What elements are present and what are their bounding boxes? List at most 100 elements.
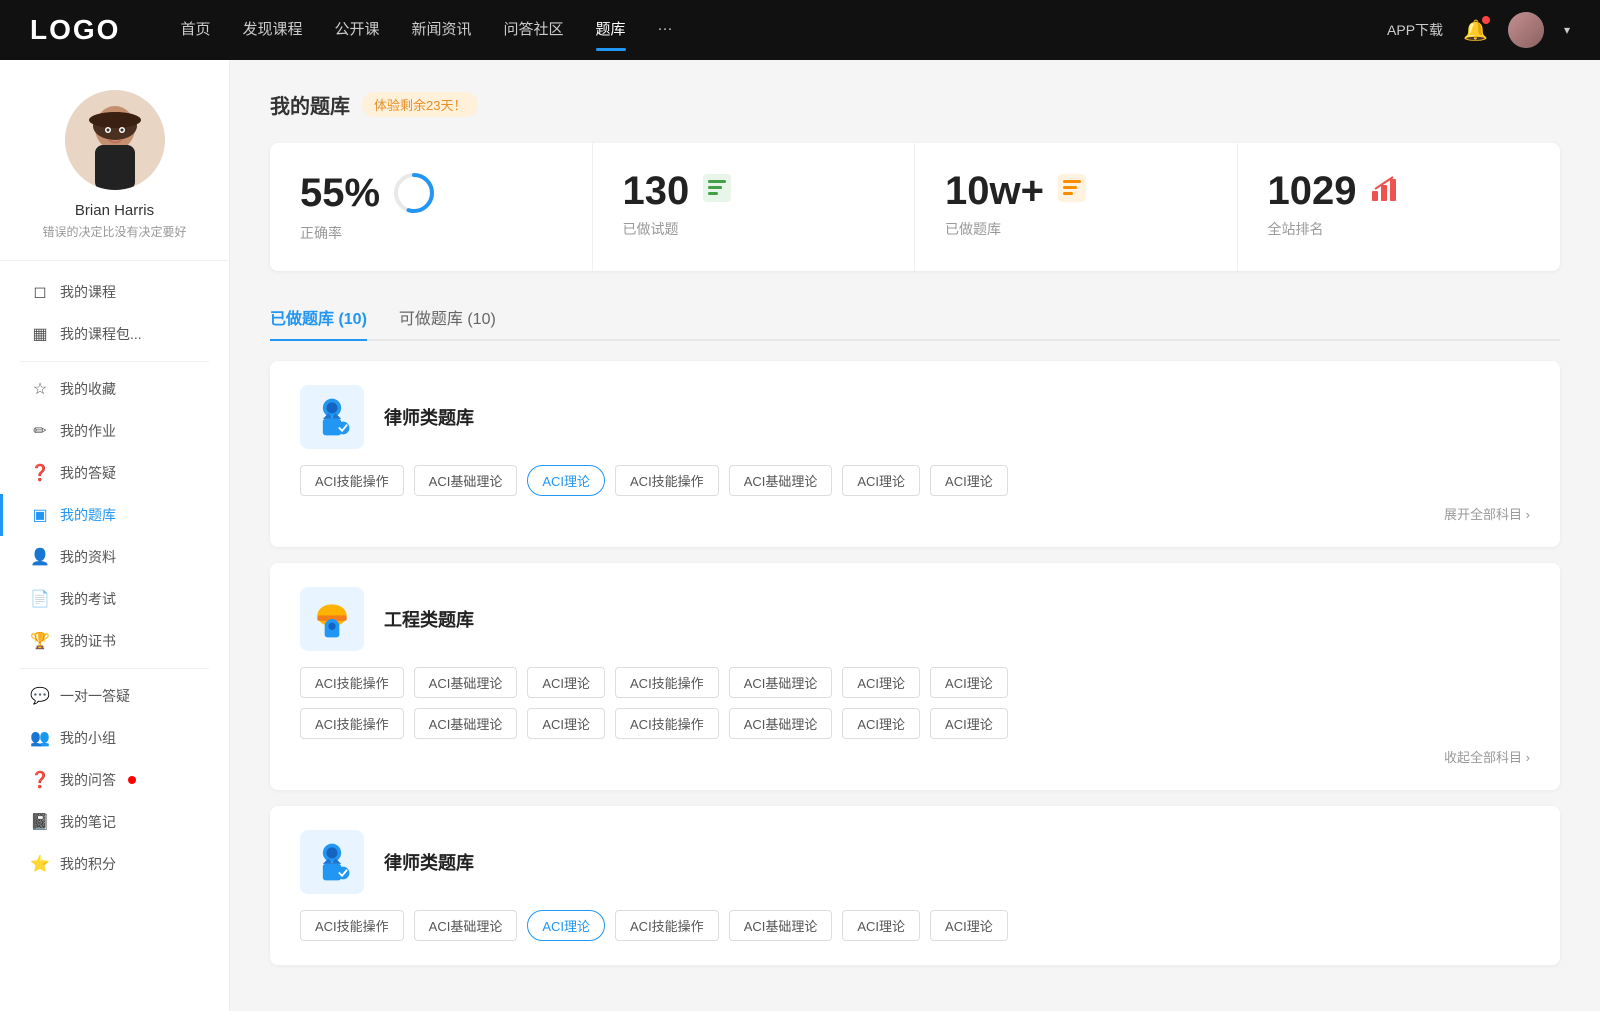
app-download-button[interactable]: APP下载	[1387, 20, 1443, 40]
bank-2-tag-11[interactable]: ACI基础理论	[729, 708, 833, 739]
bank-1-tag-1[interactable]: ACI基础理论	[414, 465, 518, 496]
stat-done-questions: 130 已做试题	[593, 143, 916, 271]
courses-icon: ◻	[30, 282, 50, 302]
user-name: Brian Harris	[75, 202, 154, 219]
sidebar-item-one-to-one[interactable]: 💬 一对一答疑	[0, 675, 229, 717]
user-dropdown-arrow[interactable]: ▾	[1564, 23, 1570, 37]
bank-2-tag-3[interactable]: ACI技能操作	[615, 667, 719, 698]
done-questions-icon	[701, 172, 733, 211]
one-to-one-icon: 💬	[30, 686, 50, 706]
stat-accuracy: 55% 正确率	[270, 143, 593, 271]
sidebar-label-my-questions: 我的答疑	[60, 463, 116, 483]
sidebar-label-one-to-one: 一对一答疑	[60, 686, 130, 706]
nav-news[interactable]: 新闻资讯	[412, 18, 472, 43]
sidebar-item-my-favorites[interactable]: ☆ 我的收藏	[0, 368, 229, 410]
bank-1-tag-3[interactable]: ACI技能操作	[615, 465, 719, 496]
bank-2-tag-8[interactable]: ACI基础理论	[414, 708, 518, 739]
bank-2-tag-7[interactable]: ACI技能操作	[300, 708, 404, 739]
bank-3-name: 律师类题库	[384, 849, 474, 875]
stat-ranking: 1029 全站排名	[1238, 143, 1561, 271]
bank-2-tag-4[interactable]: ACI基础理论	[729, 667, 833, 698]
bank-3-tag-5[interactable]: ACI理论	[842, 910, 920, 941]
bank-2-tag-2[interactable]: ACI理论	[527, 667, 605, 698]
sidebar-label-my-info: 我的资料	[60, 547, 116, 567]
bank-3-tag-0[interactable]: ACI技能操作	[300, 910, 404, 941]
favorites-icon: ☆	[30, 379, 50, 399]
bank-2-tag-12[interactable]: ACI理论	[842, 708, 920, 739]
sidebar-label-my-bank: 我的题库	[60, 505, 116, 525]
nav-more[interactable]: ···	[658, 20, 673, 41]
bank-3-tag-6[interactable]: ACI理论	[930, 910, 1008, 941]
user-motto: 错误的决定比没有决定要好	[42, 223, 186, 240]
sidebar-item-my-courses[interactable]: ◻ 我的课程	[0, 271, 229, 313]
tab-done-banks[interactable]: 已做题库 (10)	[270, 295, 367, 339]
bank-3-tag-3[interactable]: ACI技能操作	[615, 910, 719, 941]
nav-right: APP下载 🔔 ▾	[1387, 12, 1570, 48]
notification-bell-icon[interactable]: 🔔	[1463, 18, 1488, 43]
sidebar-item-my-points[interactable]: ⭐ 我的积分	[0, 843, 229, 885]
avatar	[65, 90, 165, 190]
sidebar-item-my-notes[interactable]: 📓 我的笔记	[0, 801, 229, 843]
sidebar-item-my-bank[interactable]: ▣ 我的题库	[0, 494, 229, 536]
nav-home[interactable]: 首页	[180, 18, 210, 43]
bank-1-tag-2[interactable]: ACI理论	[527, 465, 605, 496]
bank-1-tag-4[interactable]: ACI基础理论	[729, 465, 833, 496]
bank-icon-engineer	[300, 587, 364, 651]
bank-2-tag-5[interactable]: ACI理论	[842, 667, 920, 698]
bank-1-tag-6[interactable]: ACI理论	[930, 465, 1008, 496]
bank-2-tag-9[interactable]: ACI理论	[527, 708, 605, 739]
bank-1-tags: ACI技能操作 ACI基础理论 ACI理论 ACI技能操作 ACI基础理论 AC…	[300, 465, 1530, 496]
bank-3-tag-2[interactable]: ACI理论	[527, 910, 605, 941]
bank-1-tag-0[interactable]: ACI技能操作	[300, 465, 404, 496]
notes-icon: 📓	[30, 812, 50, 832]
cert-icon: 🏆	[30, 631, 50, 651]
bank-2-tag-0[interactable]: ACI技能操作	[300, 667, 404, 698]
sidebar-item-my-questions[interactable]: ❓ 我的答疑	[0, 452, 229, 494]
sidebar-label-my-courses: 我的课程	[60, 282, 116, 302]
questions-icon: ❓	[30, 463, 50, 483]
sidebar-label-my-qa: 我的问答	[60, 770, 116, 790]
bank-3-tag-4[interactable]: ACI基础理论	[729, 910, 833, 941]
sidebar-item-my-packages[interactable]: ▦ 我的课程包...	[0, 313, 229, 355]
stats-row: 55% 正确率 130	[270, 143, 1560, 271]
sidebar-item-my-homework[interactable]: ✏ 我的作业	[0, 410, 229, 452]
accuracy-progress-icon	[392, 171, 436, 215]
nav-qa[interactable]: 问答社区	[504, 18, 564, 43]
nav-open-course[interactable]: 公开课	[334, 18, 379, 43]
nav-question-bank[interactable]: 题库	[596, 18, 626, 43]
sidebar: Brian Harris 错误的决定比没有决定要好 ◻ 我的课程 ▦ 我的课程包…	[0, 60, 230, 1011]
stat-done-banks: 10w+ 已做题库	[915, 143, 1238, 271]
bank-card-2: 工程类题库 ACI技能操作 ACI基础理论 ACI理论 ACI技能操作 ACI基…	[270, 563, 1560, 790]
sidebar-label-my-favorites: 我的收藏	[60, 379, 116, 399]
notification-dot	[1482, 16, 1490, 24]
qa-notification-dot	[128, 776, 136, 784]
stat-done-questions-value: 130	[623, 171, 690, 211]
sidebar-item-my-cert[interactable]: 🏆 我的证书	[0, 620, 229, 662]
bank-2-tag-1[interactable]: ACI基础理论	[414, 667, 518, 698]
sidebar-item-my-exam[interactable]: 📄 我的考试	[0, 578, 229, 620]
bank-2-collapse-link[interactable]: 收起全部科目 ›	[300, 747, 1530, 766]
sidebar-label-my-homework: 我的作业	[60, 421, 116, 441]
nav-discover[interactable]: 发现课程	[242, 18, 302, 43]
tabs-row: 已做题库 (10) 可做题库 (10)	[270, 295, 1560, 341]
sidebar-label-my-exam: 我的考试	[60, 589, 116, 609]
sidebar-label-my-notes: 我的笔记	[60, 812, 116, 832]
user-avatar-nav[interactable]	[1508, 12, 1544, 48]
bank-1-expand-link[interactable]: 展开全部科目 ›	[300, 504, 1530, 523]
sidebar-item-my-group[interactable]: 👥 我的小组	[0, 717, 229, 759]
page-title: 我的题库	[270, 90, 350, 119]
sidebar-item-my-qa[interactable]: ❓ 我的问答	[0, 759, 229, 801]
stat-done-questions-label: 已做试题	[623, 219, 679, 239]
bank-3-tag-1[interactable]: ACI基础理论	[414, 910, 518, 941]
bank-2-tag-6[interactable]: ACI理论	[930, 667, 1008, 698]
tab-available-banks[interactable]: 可做题库 (10)	[399, 295, 496, 339]
ranking-icon	[1368, 173, 1400, 210]
nav-links: 首页 发现课程 公开课 新闻资讯 问答社区 题库 ···	[180, 18, 1387, 43]
bank-card-1-header: 律师类题库	[300, 385, 1530, 449]
bank-2-tag-13[interactable]: ACI理论	[930, 708, 1008, 739]
bank-2-tag-10[interactable]: ACI技能操作	[615, 708, 719, 739]
exam-icon: 📄	[30, 589, 50, 609]
bank-icon: ▣	[30, 505, 50, 525]
sidebar-item-my-info[interactable]: 👤 我的资料	[0, 536, 229, 578]
bank-1-tag-5[interactable]: ACI理论	[842, 465, 920, 496]
